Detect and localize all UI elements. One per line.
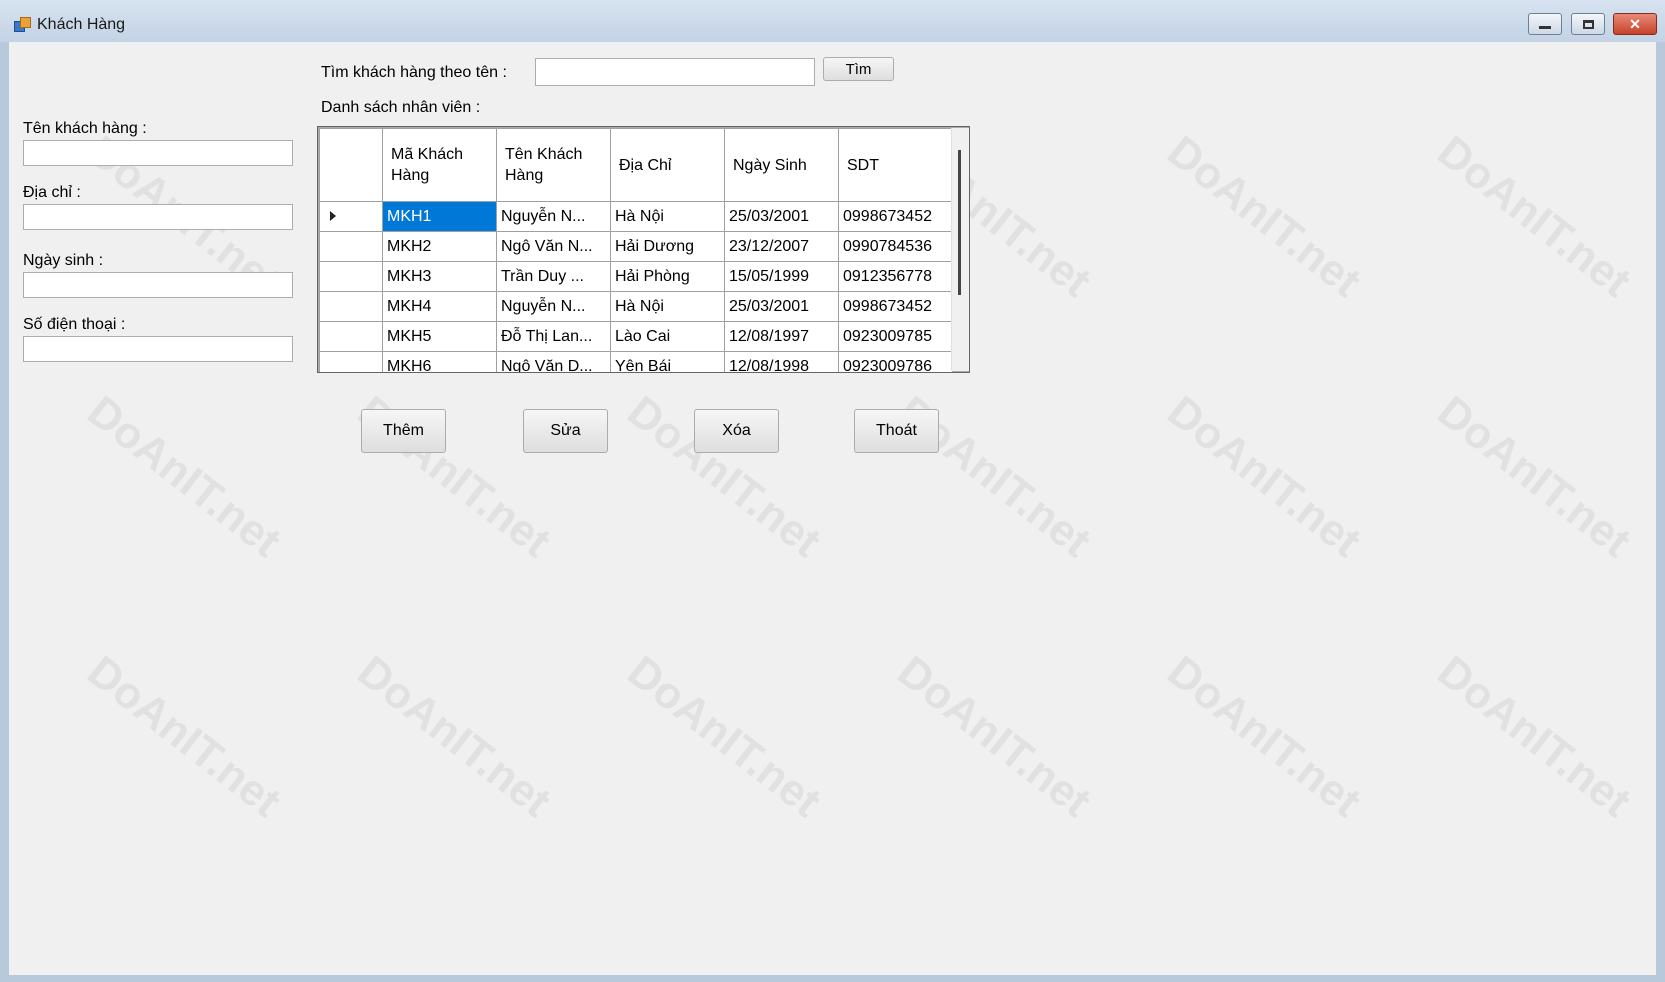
column-header[interactable]: SDT [838, 128, 953, 202]
list-label: Danh sách nhân viên : [321, 99, 481, 116]
current-row-arrow-icon [330, 210, 336, 221]
table-cell[interactable]: 25/03/2001 [724, 201, 839, 232]
table-cell[interactable]: 0990784536 [838, 231, 953, 262]
search-input[interactable] [535, 58, 815, 86]
maximize-icon [1582, 19, 1594, 29]
watermark: DoAnIT.net [1428, 126, 1640, 307]
table-cell[interactable]: 15/05/1999 [724, 261, 839, 292]
column-header[interactable]: Ngày Sinh [724, 128, 839, 202]
table-cell[interactable]: MKH2 [382, 231, 497, 262]
table-cell[interactable]: 0912356778 [838, 261, 953, 292]
minimize-icon [1539, 25, 1551, 29]
watermark: DoAnIT.net [1158, 646, 1370, 827]
customer-name-input[interactable] [23, 140, 293, 166]
table-row[interactable]: MKH6 Ngô Văn D... Yên Bái 12/08/1998 092… [319, 351, 953, 372]
grid-header-row: Mã Khách Hàng Tên Khách Hàng Địa Chỉ Ngà… [319, 128, 953, 202]
table-row[interactable]: MKH1 Nguyễn N... Hà Nội 25/03/2001 09986… [319, 201, 953, 232]
watermark: DoAnIT.net [1428, 646, 1640, 827]
table-cell[interactable]: MKH4 [382, 291, 497, 322]
column-header[interactable]: Mã Khách Hàng [382, 128, 497, 202]
watermark: DoAnIT.net [1428, 386, 1640, 567]
row-header[interactable] [319, 321, 383, 352]
table-cell[interactable]: 0998673452 [838, 201, 953, 232]
address-label: Địa chỉ : [23, 184, 81, 201]
maximize-button[interactable] [1571, 13, 1605, 35]
watermark: DoAnIT.net [618, 646, 830, 827]
row-header[interactable] [319, 201, 383, 232]
row-header-corner [319, 128, 383, 202]
watermark: DoAnIT.net [348, 646, 560, 827]
search-button[interactable]: Tìm [823, 57, 894, 81]
table-cell[interactable]: Hải Phòng [610, 261, 725, 292]
watermark: DoAnIT.net [1158, 386, 1370, 567]
table-cell[interactable]: 23/12/2007 [724, 231, 839, 262]
title-bar[interactable]: Khách Hàng ✕ [0, 0, 1665, 42]
table-cell[interactable]: 0998673452 [838, 291, 953, 322]
table-cell[interactable]: MKH3 [382, 261, 497, 292]
grid-vertical-scrollbar[interactable] [951, 128, 969, 371]
phone-label: Số điện thoại : [23, 316, 126, 333]
customer-name-label: Tên khách hàng : [23, 120, 147, 137]
table-cell[interactable]: Nguyễn N... [496, 291, 611, 322]
search-label: Tìm khách hàng theo tên : [321, 64, 507, 81]
table-cell[interactable]: 12/08/1997 [724, 321, 839, 352]
form-client-area: DoAnIT.net DoAnIT.net DoAnIT.net DoAnIT.net… [9, 42, 1656, 975]
table-cell[interactable]: 0923009786 [838, 351, 953, 372]
app-icon [14, 17, 31, 32]
table-cell[interactable]: Trần Duy ... [496, 261, 611, 292]
delete-button[interactable]: Xóa [694, 409, 779, 453]
table-cell[interactable]: MKH5 [382, 321, 497, 352]
exit-button[interactable]: Thoát [854, 409, 939, 453]
close-icon: ✕ [1629, 15, 1641, 32]
table-cell[interactable]: MKH1 [382, 201, 497, 232]
table-cell[interactable]: Hà Nội [610, 201, 725, 232]
table-cell[interactable]: Nguyễn N... [496, 201, 611, 232]
birthdate-input[interactable] [23, 272, 293, 298]
add-button[interactable]: Thêm [361, 409, 446, 453]
row-header[interactable] [319, 231, 383, 262]
column-header[interactable]: Địa Chỉ [610, 128, 725, 202]
app-window: Khách Hàng ✕ DoAnIT.net DoAnIT.net DoAnIT.… [0, 0, 1665, 982]
address-input[interactable] [23, 204, 293, 230]
table-cell[interactable]: MKH6 [382, 351, 497, 372]
close-button[interactable]: ✕ [1613, 13, 1657, 35]
row-header[interactable] [319, 291, 383, 322]
table-row[interactable]: MKH3 Trần Duy ... Hải Phòng 15/05/1999 0… [319, 261, 953, 292]
row-header[interactable] [319, 261, 383, 292]
watermark: DoAnIT.net [888, 646, 1100, 827]
table-row[interactable]: MKH2 Ngô Văn N... Hải Dương 23/12/2007 0… [319, 231, 953, 262]
table-cell[interactable]: Hải Dương [610, 231, 725, 262]
edit-button[interactable]: Sửa [523, 409, 608, 453]
birthdate-label: Ngày sinh : [23, 252, 104, 269]
minimize-button[interactable] [1528, 13, 1562, 35]
table-cell[interactable]: Đỗ Thị Lan... [496, 321, 611, 352]
table-cell[interactable]: 25/03/2001 [724, 291, 839, 322]
phone-input[interactable] [23, 336, 293, 362]
table-row[interactable]: MKH5 Đỗ Thị Lan... Lào Cai 12/08/1997 09… [319, 321, 953, 352]
table-cell[interactable]: Lào Cai [610, 321, 725, 352]
table-cell[interactable]: Ngô Văn D... [496, 351, 611, 372]
table-cell[interactable]: Ngô Văn N... [496, 231, 611, 262]
watermark: DoAnIT.net [78, 386, 290, 567]
customer-grid[interactable]: Mã Khách Hàng Tên Khách Hàng Địa Chỉ Ngà… [317, 126, 970, 373]
column-header[interactable]: Tên Khách Hàng [496, 128, 611, 202]
table-cell[interactable]: 12/08/1998 [724, 351, 839, 372]
row-header[interactable] [319, 351, 383, 372]
table-cell[interactable]: 0923009785 [838, 321, 953, 352]
window-title: Khách Hàng [37, 16, 126, 33]
watermark: DoAnIT.net [78, 646, 290, 827]
table-cell[interactable]: Yên Bái [610, 351, 725, 372]
watermark: DoAnIT.net [1158, 126, 1370, 307]
scrollbar-thumb[interactable] [958, 150, 961, 295]
table-row[interactable]: MKH4 Nguyễn N... Hà Nội 25/03/2001 09986… [319, 291, 953, 322]
customer-table: Mã Khách Hàng Tên Khách Hàng Địa Chỉ Ngà… [319, 128, 953, 372]
table-cell[interactable]: Hà Nội [610, 291, 725, 322]
